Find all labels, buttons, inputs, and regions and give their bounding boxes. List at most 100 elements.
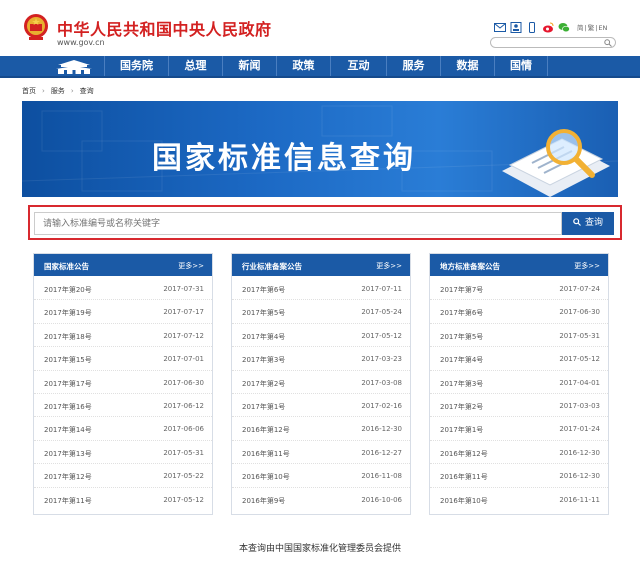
announcement-number[interactable]: 2017年第4号: [242, 332, 285, 342]
announcement-number[interactable]: 2017年第2号: [440, 402, 483, 412]
announcement-number[interactable]: 2017年第5号: [440, 332, 483, 342]
list-item[interactable]: 2017年第14号 2017-06-06: [34, 417, 212, 441]
announcement-number[interactable]: 2016年第10号: [440, 496, 488, 506]
announcement-number[interactable]: 2017年第12号: [44, 472, 92, 482]
list-item[interactable]: 2017年第1号 2017-02-16: [232, 394, 410, 418]
announcement-number[interactable]: 2017年第14号: [44, 425, 92, 435]
announcement-number[interactable]: 2017年第7号: [440, 285, 483, 295]
announcement-number[interactable]: 2017年第1号: [242, 402, 285, 412]
announcement-number[interactable]: 2017年第2号: [242, 379, 285, 389]
list-item[interactable]: 2017年第13号 2017-05-31: [34, 441, 212, 465]
lang-english[interactable]: EN: [598, 24, 607, 32]
tiananmen-icon[interactable]: [52, 58, 96, 76]
breadcrumb-services[interactable]: 服务: [51, 86, 65, 96]
announcement-number[interactable]: 2017年第18号: [44, 332, 92, 342]
lang-traditional[interactable]: 繁: [588, 24, 595, 32]
nav-item-data[interactable]: 数据: [440, 56, 494, 76]
search-button[interactable]: 查询: [562, 212, 614, 235]
panel-industry-standards: 行业标准备案公告 更多>> 2017年第6号 2017-07-11 2017年第5号…: [231, 253, 411, 515]
list-item[interactable]: 2017年第17号 2017-06-30: [34, 371, 212, 394]
announcement-date: 2017-05-31: [163, 448, 204, 457]
list-item[interactable]: 2017年第4号 2017-05-12: [430, 347, 608, 371]
header-search-input[interactable]: [490, 37, 616, 48]
list-item[interactable]: 2017年第4号 2017-05-12: [232, 324, 410, 348]
announcement-number[interactable]: 2016年第12号: [440, 449, 488, 459]
list-item[interactable]: 2017年第18号 2017-07-12: [34, 324, 212, 348]
list-item[interactable]: 2017年第12号 2017-05-22: [34, 464, 212, 488]
search-icon[interactable]: [604, 39, 612, 47]
announcement-number[interactable]: 2017年第13号: [44, 449, 92, 459]
announcement-number[interactable]: 2017年第5号: [242, 308, 285, 318]
contacts-icon[interactable]: [510, 21, 522, 33]
announcement-number[interactable]: 2016年第9号: [242, 496, 285, 506]
list-item[interactable]: 2017年第15号 2017-07-01: [34, 347, 212, 371]
announcement-number[interactable]: 2017年第15号: [44, 355, 92, 365]
nav-item-services[interactable]: 服务: [386, 56, 440, 76]
announcement-date: 2017-03-03: [559, 401, 600, 410]
wechat-icon[interactable]: [558, 22, 570, 33]
list-item[interactable]: 2017年第7号 2017-07-24: [430, 277, 608, 301]
header-toolbar: 简|繁|EN: [494, 20, 608, 34]
list-item[interactable]: 2016年第9号 2016-10-06: [232, 488, 410, 511]
site-title[interactable]: 中华人民共和国中央人民政府: [57, 16, 272, 40]
list-item[interactable]: 2016年第12号 2016-12-30: [232, 417, 410, 441]
list-item[interactable]: 2017年第20号 2017-07-31: [34, 277, 212, 301]
announcement-date: 2017-07-01: [163, 355, 204, 364]
announcement-number[interactable]: 2017年第1号: [440, 425, 483, 435]
announcement-number[interactable]: 2016年第12号: [242, 425, 290, 435]
nav-item-interaction[interactable]: 互动: [330, 56, 386, 76]
mail-icon[interactable]: [494, 22, 506, 33]
national-emblem-icon[interactable]: [22, 12, 50, 42]
mobile-icon[interactable]: [526, 21, 538, 33]
announcement-number[interactable]: 2017年第3号: [242, 355, 285, 365]
more-link[interactable]: 更多>>: [178, 261, 204, 271]
list-item[interactable]: 2017年第19号 2017-07-17: [34, 300, 212, 324]
nav-item-state-council[interactable]: 国务院: [104, 56, 168, 76]
announcement-number[interactable]: 2017年第16号: [44, 402, 92, 412]
list-item[interactable]: 2016年第10号 2016-11-08: [232, 464, 410, 488]
list-item[interactable]: 2016年第11号 2016-12-30: [430, 464, 608, 488]
site-url[interactable]: www.gov.cn: [57, 38, 105, 47]
nav-item-premier[interactable]: 总理: [168, 56, 222, 76]
announcement-number[interactable]: 2016年第11号: [440, 472, 488, 482]
nav-item-news[interactable]: 新闻: [222, 56, 276, 76]
list-item[interactable]: 2017年第1号 2017-01-24: [430, 417, 608, 441]
list-item[interactable]: 2016年第11号 2016-12-27: [232, 441, 410, 465]
site-header: 中华人民共和国中央人民政府 www.gov.cn 简|繁|EN: [0, 0, 640, 56]
breadcrumb-home[interactable]: 首页: [22, 86, 36, 96]
announcement-number[interactable]: 2017年第17号: [44, 379, 92, 389]
list-item[interactable]: 2016年第10号 2016-11-11: [430, 488, 608, 511]
announcement-number[interactable]: 2017年第19号: [44, 308, 92, 318]
list-item[interactable]: 2017年第6号 2017-06-30: [430, 300, 608, 324]
nav-item-national-info[interactable]: 国情: [494, 56, 548, 76]
announcement-date: 2017-05-24: [361, 308, 402, 317]
announcement-number[interactable]: 2016年第10号: [242, 472, 290, 482]
lang-simplified[interactable]: 简: [577, 24, 584, 32]
weibo-icon[interactable]: [542, 22, 554, 33]
list-item[interactable]: 2017年第11号 2017-05-12: [34, 488, 212, 511]
announcement-number[interactable]: 2017年第11号: [44, 496, 92, 506]
list-item[interactable]: 2017年第2号 2017-03-08: [232, 371, 410, 394]
announcement-number[interactable]: 2017年第6号: [242, 285, 285, 295]
more-link[interactable]: 更多>>: [574, 261, 600, 271]
announcement-number[interactable]: 2017年第20号: [44, 285, 92, 295]
announcement-date: 2017-06-06: [163, 425, 204, 434]
announcement-date: 2017-07-17: [163, 308, 204, 317]
announcement-number[interactable]: 2016年第11号: [242, 449, 290, 459]
list-item[interactable]: 2017年第16号 2017-06-12: [34, 394, 212, 418]
list-item[interactable]: 2017年第5号 2017-05-31: [430, 324, 608, 348]
standard-search-input[interactable]: [34, 212, 562, 235]
breadcrumb: 首页 › 服务 › 查询: [22, 86, 94, 96]
announcement-date: 2016-12-27: [361, 448, 402, 457]
announcement-number[interactable]: 2017年第3号: [440, 379, 483, 389]
list-item[interactable]: 2017年第3号 2017-03-23: [232, 347, 410, 371]
announcement-number[interactable]: 2017年第4号: [440, 355, 483, 365]
list-item[interactable]: 2017年第6号 2017-07-11: [232, 277, 410, 301]
more-link[interactable]: 更多>>: [376, 261, 402, 271]
nav-item-policy[interactable]: 政策: [276, 56, 330, 76]
list-item[interactable]: 2017年第5号 2017-05-24: [232, 300, 410, 324]
list-item[interactable]: 2016年第12号 2016-12-30: [430, 441, 608, 465]
list-item[interactable]: 2017年第3号 2017-04-01: [430, 371, 608, 394]
list-item[interactable]: 2017年第2号 2017-03-03: [430, 394, 608, 418]
announcement-number[interactable]: 2017年第6号: [440, 308, 483, 318]
